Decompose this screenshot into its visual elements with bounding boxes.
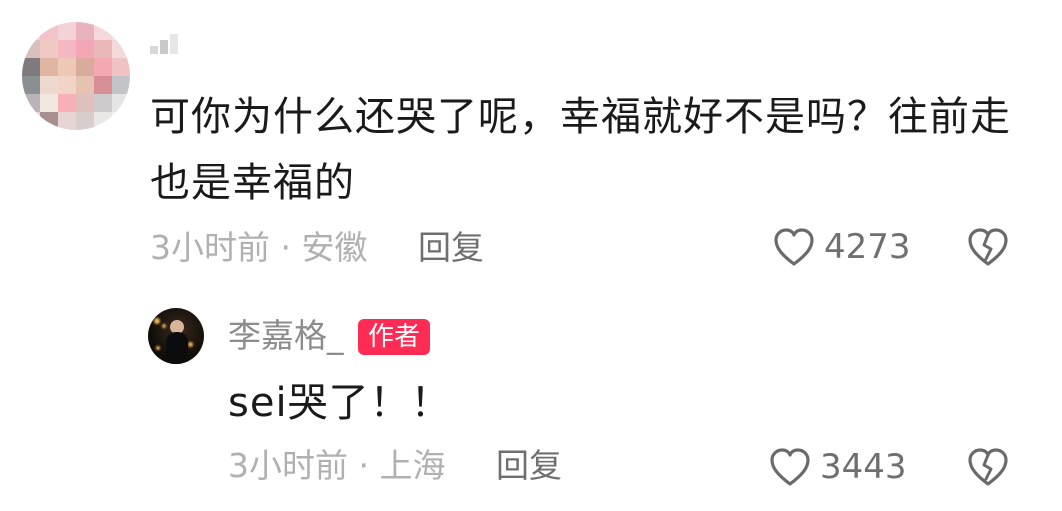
username[interactable] xyxy=(150,34,184,54)
reply-meta: 3小时前 · 上海 回复 xyxy=(228,446,562,486)
heart-outline-icon xyxy=(774,228,814,266)
reply-button[interactable]: 回复 xyxy=(496,446,562,485)
avatar[interactable] xyxy=(148,308,204,364)
meta-separator: · xyxy=(280,228,292,267)
broken-heart-icon[interactable] xyxy=(966,446,1010,488)
reply-location: 上海 xyxy=(379,446,446,485)
reply-username[interactable]: 李嘉格_ xyxy=(228,316,344,356)
like-count: 4273 xyxy=(824,227,911,267)
reply-text: sei哭了！！ xyxy=(228,380,452,426)
broken-heart-icon[interactable] xyxy=(966,226,1010,268)
author-badge: 作者 xyxy=(358,319,431,355)
comment-meta: 3小时前 · 安徽 回复 xyxy=(150,228,484,268)
avatar[interactable] xyxy=(22,22,130,130)
comment-time: 3小时前 xyxy=(150,228,270,267)
comment-text: 可你为什么还哭了呢，幸福就好不是吗？往前走也是幸福的 xyxy=(150,94,1011,206)
meta-separator: · xyxy=(358,446,370,485)
comment-location: 安徽 xyxy=(301,228,368,267)
reply-button[interactable]: 回复 xyxy=(418,228,484,267)
reply-time: 3小时前 xyxy=(228,446,348,485)
comment-item: 可你为什么还哭了呢，幸福就好不是吗？往前走也是幸福的 3小时前 · 安徽 回复 … xyxy=(0,0,1062,290)
like-button[interactable]: 4273 xyxy=(772,226,911,268)
like-count: 3443 xyxy=(820,447,907,487)
like-button[interactable]: 3443 xyxy=(768,446,907,488)
heart-outline-icon xyxy=(770,448,810,486)
